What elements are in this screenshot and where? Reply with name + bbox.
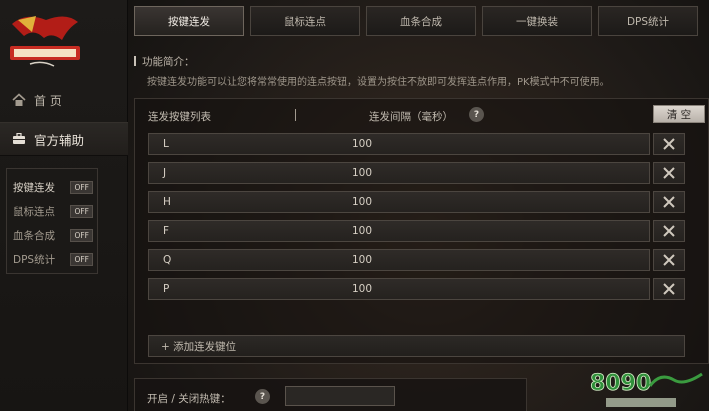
table-row[interactable]: L 100 xyxy=(148,133,650,155)
key-list-header: 连发按键列表 xyxy=(148,111,211,123)
key-interval[interactable]: 100 xyxy=(352,225,372,237)
close-icon xyxy=(663,283,675,295)
delete-row-button[interactable] xyxy=(653,133,685,155)
key-name: J xyxy=(163,167,167,179)
key-name: P xyxy=(163,283,170,295)
tab-hp-bar[interactable]: 血条合成 xyxy=(366,6,476,36)
help-icon[interactable]: ? xyxy=(469,107,484,122)
sub-item-label: 鼠标连点 xyxy=(13,205,55,218)
status-badge[interactable]: OFF xyxy=(70,180,93,194)
key-interval[interactable]: 100 xyxy=(352,283,372,295)
table-row[interactable]: Q 100 xyxy=(148,249,650,271)
sub-item-label: DPS统计 xyxy=(13,253,56,266)
close-icon xyxy=(663,196,675,208)
tab-dps[interactable]: DPS统计 xyxy=(598,6,698,36)
clear-button[interactable]: 清 空 xyxy=(653,105,705,123)
help-icon[interactable]: ? xyxy=(255,389,270,404)
key-interval[interactable]: 100 xyxy=(352,138,372,150)
delete-row-button[interactable] xyxy=(653,220,685,242)
sub-item-label: 按键连发 xyxy=(13,181,55,194)
tab-key-repeat[interactable]: 按键连发 xyxy=(134,6,244,36)
feature-tabs: 按键连发 鼠标连点 血条合成 一键换装 DPS统计 xyxy=(134,6,704,36)
key-name: L xyxy=(163,138,169,150)
helper-feature-list: 按键连发 OFF 鼠标连点 OFF 血条合成 OFF DPS统计 OFF xyxy=(6,168,98,274)
sub-item-key-repeat[interactable]: 按键连发 OFF xyxy=(7,175,97,199)
sub-item-mouse-click[interactable]: 鼠标连点 OFF xyxy=(7,199,97,223)
interval-header: 连发间隔（毫秒） xyxy=(369,111,453,123)
svg-text:8090: 8090 xyxy=(590,371,651,396)
close-icon xyxy=(663,138,675,150)
table-row[interactable]: P 100 xyxy=(148,278,650,300)
header-divider xyxy=(295,109,296,121)
status-badge[interactable]: OFF xyxy=(70,204,93,218)
nav-home-label: 首 页 xyxy=(34,93,62,108)
nav-home[interactable]: 首 页 xyxy=(0,84,128,116)
status-badge[interactable]: OFF xyxy=(70,252,93,266)
key-interval[interactable]: 100 xyxy=(352,254,372,266)
hotkey-label: 开启 / 关闭热键： xyxy=(147,393,231,405)
delete-row-button[interactable] xyxy=(653,249,685,271)
key-name: H xyxy=(163,196,171,208)
key-name: F xyxy=(163,225,170,237)
table-row[interactable]: J 100 xyxy=(148,162,650,184)
delete-row-button[interactable] xyxy=(653,278,685,300)
official-assistant-logo xyxy=(6,10,84,72)
key-list-panel: 连发按键列表 连发间隔（毫秒） ? 清 空 L 100 J 100 H 100 … xyxy=(134,98,709,364)
close-icon xyxy=(663,225,675,237)
table-row[interactable]: H 100 xyxy=(148,191,650,213)
sub-item-hp-bar[interactable]: 血条合成 OFF xyxy=(7,223,97,247)
intro-title: 功能简介： xyxy=(134,54,195,69)
site-watermark: 8090 xyxy=(588,364,709,411)
tab-one-key-equip[interactable]: 一键换装 xyxy=(482,6,592,36)
key-interval[interactable]: 100 xyxy=(352,196,372,208)
status-badge[interactable]: OFF xyxy=(70,228,93,242)
intro-description: 按键连发功能可以让您将常常使用的连点按钮，设置为按住不放即可发挥连点作用，PK模… xyxy=(147,77,610,88)
tab-mouse-click[interactable]: 鼠标连点 xyxy=(250,6,360,36)
nav-helper-label: 官方辅助 xyxy=(34,132,85,148)
delete-row-button[interactable] xyxy=(653,191,685,213)
nav-official-helper[interactable]: 官方辅助 xyxy=(0,122,128,156)
main-content: 按键连发 鼠标连点 血条合成 一键换装 DPS统计 功能简介： 按键连发功能可以… xyxy=(128,0,709,411)
close-icon xyxy=(663,167,675,179)
sidebar: 首 页 官方辅助 按键连发 OFF 鼠标连点 OFF 血条合成 OFF DPS统… xyxy=(0,0,128,411)
title-marker xyxy=(134,56,136,66)
add-key-button[interactable]: + 添加连发键位 xyxy=(148,335,685,357)
table-row[interactable]: F 100 xyxy=(148,220,650,242)
intro-title-text: 功能简介： xyxy=(142,56,195,68)
hotkey-panel: 开启 / 关闭热键： ? xyxy=(134,378,527,411)
briefcase-icon xyxy=(13,133,25,144)
delete-row-button[interactable] xyxy=(653,162,685,184)
close-icon xyxy=(663,254,675,266)
sub-item-dps[interactable]: DPS统计 OFF xyxy=(7,247,97,271)
home-icon xyxy=(12,93,26,106)
key-name: Q xyxy=(163,254,172,266)
hotkey-input[interactable] xyxy=(285,386,395,406)
key-interval[interactable]: 100 xyxy=(352,167,372,179)
sub-item-label: 血条合成 xyxy=(13,229,55,242)
